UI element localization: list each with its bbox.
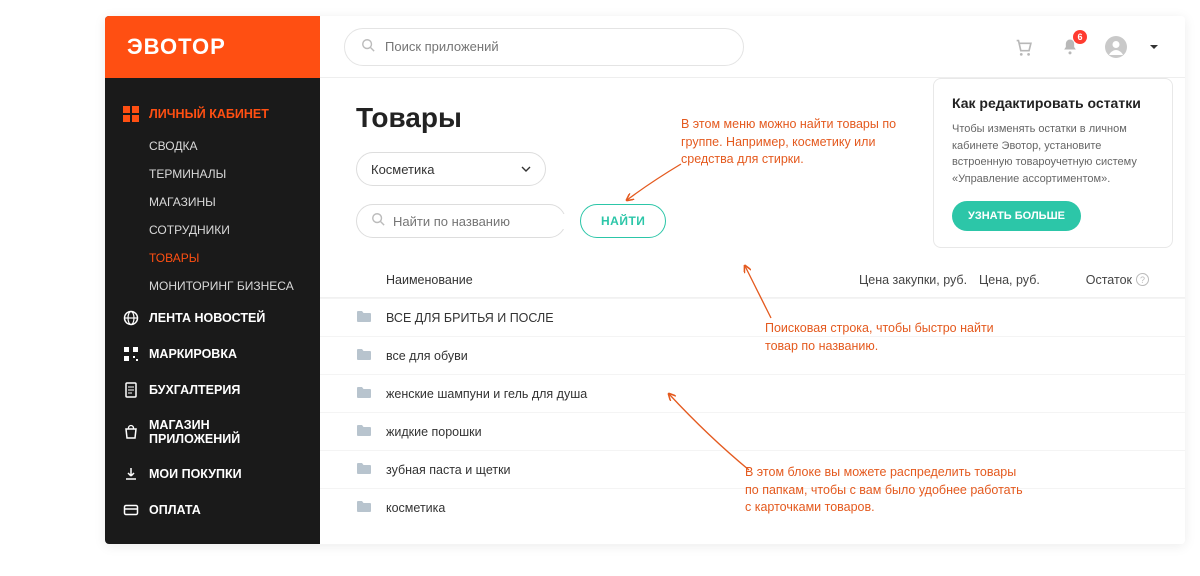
row-name: зубная паста и щетки [386, 463, 859, 477]
info-card-body: Чтобы изменять остатки в личном кабинете… [952, 121, 1154, 187]
cart-button[interactable] [1009, 32, 1039, 62]
folder-icon [356, 499, 386, 516]
row-name: жидкие порошки [386, 425, 859, 439]
row-name: косметика [386, 501, 859, 515]
sidebar-item-monitoring[interactable]: МОНИТОРИНГ БИЗНЕСА [105, 272, 320, 300]
table-header: Наименование Цена закупки, руб. Цена, ру… [320, 262, 1185, 298]
products-table: Наименование Цена закупки, руб. Цена, ру… [320, 262, 1185, 526]
sidebar-item-summary[interactable]: СВОДКА [105, 132, 320, 160]
app-search[interactable] [344, 28, 744, 66]
sidebar-group-label: БУХГАЛТЕРИЯ [149, 383, 240, 397]
sidebar-group-purchases[interactable]: МОИ ПОКУПКИ [105, 456, 320, 492]
table-row[interactable]: косметика [320, 488, 1185, 526]
table-row[interactable]: все для обуви [320, 336, 1185, 374]
name-search[interactable] [356, 204, 566, 238]
sidebar-group-appstore[interactable]: МАГАЗИН ПРИЛОЖЕНИЙ [105, 408, 320, 456]
main-area: 6 Товары Косметика [320, 16, 1185, 544]
sidebar-item-staff[interactable]: СОТРУДНИКИ [105, 216, 320, 244]
table-row[interactable]: женские шампуни и гель для душа [320, 374, 1185, 412]
help-icon[interactable]: ? [1136, 273, 1149, 286]
bag-icon [123, 424, 139, 440]
topbar: 6 [320, 16, 1185, 78]
find-button[interactable]: НАЙТИ [580, 204, 666, 238]
document-icon [123, 382, 139, 398]
sidebar-group-news[interactable]: ЛЕНТА НОВОСТЕЙ [105, 300, 320, 336]
brand-logo: ЭВОТОР [105, 16, 320, 78]
sidebar-group-label: МОИ ПОКУПКИ [149, 467, 242, 481]
dropdown-value: Косметика [371, 162, 434, 177]
sidebar-item-products[interactable]: ТОВАРЫ [105, 244, 320, 272]
folder-icon [356, 385, 386, 402]
search-icon [361, 38, 375, 55]
row-name: ВСЕ ДЛЯ БРИТЬЯ И ПОСЛЕ [386, 311, 859, 325]
dashboard-icon [123, 106, 139, 122]
sidebar: ЭВОТОР ЛИЧНЫЙ КАБИНЕТ СВОДКА ТЕРМИНАЛЫ М… [105, 16, 320, 544]
sidebar-group-cabinet[interactable]: ЛИЧНЫЙ КАБИНЕТ [105, 96, 320, 132]
globe-icon [123, 310, 139, 326]
table-row[interactable]: жидкие порошки [320, 412, 1185, 450]
table-row[interactable]: ВСЕ ДЛЯ БРИТЬЯ И ПОСЛЕ [320, 298, 1185, 336]
app-window: ЭВОТОР ЛИЧНЫЙ КАБИНЕТ СВОДКА ТЕРМИНАЛЫ М… [105, 16, 1185, 544]
more-menu[interactable] [1147, 32, 1161, 62]
sidebar-nav: ЛИЧНЫЙ КАБИНЕТ СВОДКА ТЕРМИНАЛЫ МАГАЗИНЫ… [105, 78, 320, 528]
content: Товары Косметика НАЙТИ [320, 78, 1185, 544]
name-search-input[interactable] [393, 214, 569, 229]
sidebar-group-accounting[interactable]: БУХГАЛТЕРИЯ [105, 372, 320, 408]
user-button[interactable] [1101, 32, 1131, 62]
sidebar-group-payment[interactable]: ОПЛАТА [105, 492, 320, 528]
th-stock: Остаток ? [1069, 273, 1149, 287]
sidebar-item-stores[interactable]: МАГАЗИНЫ [105, 188, 320, 216]
sidebar-group-marking[interactable]: МАРКИРОВКА [105, 336, 320, 372]
qr-icon [123, 346, 139, 362]
info-card-title: Как редактировать остатки [952, 95, 1154, 111]
folder-icon [356, 461, 386, 478]
th-price: Цена, руб. [979, 273, 1069, 287]
folder-icon [356, 423, 386, 440]
sidebar-group-label: ОПЛАТА [149, 503, 201, 517]
search-icon [371, 212, 385, 231]
chevron-down-icon [521, 162, 531, 177]
row-name: женские шампуни и гель для душа [386, 387, 859, 401]
learn-more-button[interactable]: УЗНАТЬ БОЛЬШЕ [952, 201, 1081, 231]
row-name: все для обуви [386, 349, 859, 363]
card-icon [123, 502, 139, 518]
sidebar-item-terminals[interactable]: ТЕРМИНАЛЫ [105, 160, 320, 188]
folder-icon [356, 309, 386, 326]
sidebar-group-label: ЛЕНТА НОВОСТЕЙ [149, 311, 265, 325]
notification-badge: 6 [1073, 30, 1087, 44]
info-card: Как редактировать остатки Чтобы изменять… [933, 78, 1173, 248]
table-row[interactable]: зубная паста и щетки [320, 450, 1185, 488]
sidebar-group-label: ЛИЧНЫЙ КАБИНЕТ [149, 107, 269, 121]
sidebar-group-label: МАРКИРОВКА [149, 347, 237, 361]
th-purchase: Цена закупки, руб. [859, 273, 979, 287]
app-search-input[interactable] [385, 39, 727, 54]
sidebar-group-label: МАГАЗИН ПРИЛОЖЕНИЙ [149, 418, 302, 446]
download-icon [123, 466, 139, 482]
bell-button[interactable]: 6 [1055, 32, 1085, 62]
group-dropdown[interactable]: Косметика [356, 152, 546, 186]
th-name: Наименование [386, 273, 859, 287]
folder-icon [356, 347, 386, 364]
